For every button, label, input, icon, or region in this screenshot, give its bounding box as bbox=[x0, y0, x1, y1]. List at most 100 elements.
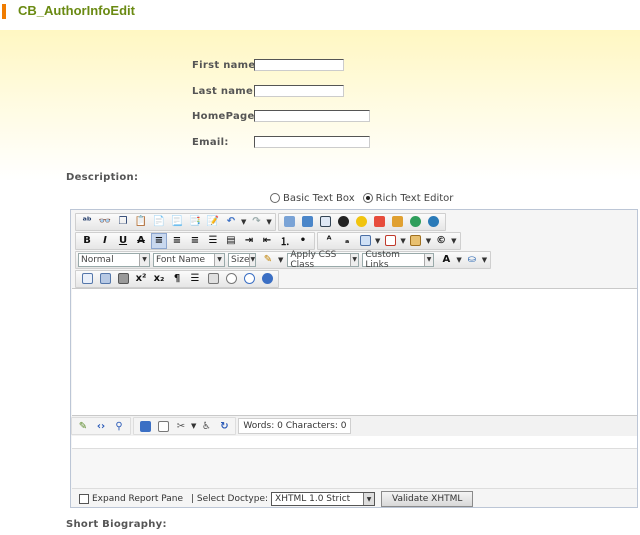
flash-manager-icon[interactable] bbox=[336, 214, 352, 230]
table-dropdown-icon[interactable]: ▼ bbox=[375, 237, 380, 245]
hyperlink-icon[interactable] bbox=[408, 214, 424, 230]
superscript-icon[interactable]: ᴬ bbox=[321, 233, 337, 249]
align-center-icon[interactable]: ≡ bbox=[169, 233, 185, 249]
chevron-down-icon: ▼ bbox=[350, 253, 359, 266]
paste-text-icon[interactable]: 📃 bbox=[169, 214, 185, 230]
css-class-value: Apply CSS Class bbox=[290, 249, 337, 270]
fore-color-dropdown-icon[interactable]: ▼ bbox=[456, 256, 461, 264]
paste-icon[interactable]: 📋 bbox=[133, 214, 149, 230]
chevron-down-icon: ▼ bbox=[214, 253, 224, 266]
toolbar-row-3: Normal ▼ Font Name ▼ Size ▼ ✎ ▼ Apply CSS C… bbox=[75, 249, 493, 270]
insert-element-dropdown-icon[interactable]: ▼ bbox=[400, 237, 405, 245]
first-name-input[interactable] bbox=[254, 59, 344, 71]
email-input[interactable] bbox=[254, 136, 370, 148]
toolbar-group-table: ᴬ ₐ ▼ ▼ ▼ © ▼ bbox=[317, 231, 461, 250]
email-label: Email: bbox=[192, 137, 229, 148]
paste-html-icon[interactable]: 📑 bbox=[187, 214, 203, 230]
expand-report-label[interactable]: Expand Report Pane bbox=[92, 494, 183, 504]
chevron-down-icon: ▼ bbox=[423, 253, 434, 266]
symbols-icon[interactable]: © bbox=[433, 233, 449, 249]
design-mode-icon[interactable]: ✎ bbox=[75, 418, 91, 434]
module-manager-icon[interactable] bbox=[97, 271, 113, 287]
insert-time-icon[interactable] bbox=[223, 271, 239, 287]
underline-icon[interactable]: U bbox=[115, 233, 131, 249]
find-icon[interactable]: 👓 bbox=[97, 214, 113, 230]
align-right-icon[interactable]: ≡ bbox=[187, 233, 203, 249]
homepage-input[interactable] bbox=[254, 110, 370, 122]
new-paragraph-icon[interactable] bbox=[79, 271, 95, 287]
editor-content-area[interactable] bbox=[72, 288, 637, 416]
paste-special-icon[interactable]: 📝 bbox=[205, 214, 221, 230]
symbols-dropdown-icon[interactable]: ▼ bbox=[451, 237, 456, 245]
font-size-select[interactable]: Size ▼ bbox=[228, 252, 256, 267]
basic-text-box-radio[interactable] bbox=[270, 193, 280, 203]
table-icon[interactable] bbox=[357, 233, 373, 249]
fore-color-icon[interactable]: A bbox=[438, 252, 454, 268]
toolbar-row-1: ᵃᵇ 👓 ❐ 📋 📄 📃 📑 📝 ↶ ▼ ↷ ▼ bbox=[75, 212, 448, 231]
font-name-select[interactable]: Font Name ▼ bbox=[153, 252, 225, 267]
format-stripper-icon[interactable]: ✎ bbox=[260, 252, 276, 268]
doctype-select[interactable]: XHTML 1.0 Strict ▼ bbox=[271, 492, 376, 506]
last-name-input[interactable] bbox=[254, 85, 344, 97]
refresh-icon[interactable]: ↻ bbox=[216, 418, 232, 434]
back-color-dropdown-icon[interactable]: ▼ bbox=[482, 256, 487, 264]
outdent-icon[interactable]: ⇤ bbox=[259, 233, 275, 249]
print-icon[interactable] bbox=[115, 271, 131, 287]
numbered-list-icon[interactable]: ⒈ bbox=[277, 233, 293, 249]
tools-icon[interactable]: ✂ bbox=[173, 418, 189, 434]
redo-dropdown-icon[interactable]: ▼ bbox=[266, 218, 271, 226]
redo-icon[interactable]: ↷ bbox=[248, 214, 264, 230]
form-element-icon[interactable] bbox=[408, 233, 424, 249]
form-element-dropdown-icon[interactable]: ▼ bbox=[426, 237, 431, 245]
undo-dropdown-icon[interactable]: ▼ bbox=[241, 218, 246, 226]
statistics-icon[interactable] bbox=[137, 418, 153, 434]
superscript-x-icon[interactable]: x² bbox=[133, 271, 149, 287]
horizontal-rule-icon[interactable]: ☰ bbox=[187, 271, 203, 287]
preview-mode-icon[interactable]: ⚲ bbox=[111, 418, 127, 434]
align-left-icon[interactable]: ≡ bbox=[151, 232, 167, 249]
subscript-icon[interactable]: ₐ bbox=[339, 233, 355, 249]
back-color-icon[interactable]: ⛀ bbox=[464, 252, 480, 268]
doctype-value: XHTML 1.0 Strict bbox=[275, 494, 351, 504]
document-manager-icon[interactable] bbox=[372, 214, 388, 230]
word-count-status: Words: 0 Characters: 0 bbox=[238, 418, 352, 434]
undo-icon[interactable]: ↶ bbox=[223, 214, 239, 230]
rich-text-editor: ᵃᵇ 👓 ❐ 📋 📄 📃 📑 📝 ↶ ▼ ↷ ▼ B I U A ≡ ≡ ≡ ☰… bbox=[70, 209, 638, 508]
absolute-position-icon[interactable] bbox=[318, 214, 334, 230]
rich-text-editor-label[interactable]: Rich Text Editor bbox=[376, 193, 454, 204]
justify-icon[interactable]: ☰ bbox=[205, 233, 221, 249]
paste-word-icon[interactable]: 📄 bbox=[151, 214, 167, 230]
css-class-select[interactable]: Apply CSS Class ▼ bbox=[287, 249, 360, 270]
subscript-x-icon[interactable]: x₂ bbox=[151, 271, 167, 287]
image-map-icon[interactable] bbox=[300, 214, 316, 230]
remove-alignment-icon[interactable]: ▤ bbox=[223, 233, 239, 249]
accessibility-icon[interactable]: ♿ bbox=[198, 418, 214, 434]
indent-icon[interactable]: ⇥ bbox=[241, 233, 257, 249]
italic-icon[interactable]: I bbox=[97, 233, 113, 249]
tools-dropdown-icon[interactable]: ▼ bbox=[191, 422, 196, 430]
basic-text-box-label[interactable]: Basic Text Box bbox=[283, 193, 355, 204]
expand-report-checkbox[interactable] bbox=[79, 494, 89, 504]
editor-mode-selector: Basic Text Box Rich Text Editor bbox=[270, 191, 453, 205]
bulleted-list-icon[interactable]: • bbox=[295, 233, 311, 249]
media-manager-icon[interactable] bbox=[354, 214, 370, 230]
copy-icon[interactable]: ❐ bbox=[115, 214, 131, 230]
template-manager-icon[interactable] bbox=[390, 214, 406, 230]
help-icon[interactable] bbox=[259, 271, 275, 287]
bold-icon[interactable]: B bbox=[79, 233, 95, 249]
rich-text-editor-radio[interactable] bbox=[362, 193, 373, 203]
remove-link-icon[interactable] bbox=[426, 214, 442, 230]
paragraph-icon[interactable]: ¶ bbox=[169, 271, 185, 287]
about-icon[interactable] bbox=[241, 271, 257, 287]
spellcheck-icon[interactable]: ᵃᵇ bbox=[79, 214, 95, 230]
html-mode-icon[interactable]: ‹› bbox=[93, 418, 109, 434]
insert-element-icon[interactable] bbox=[382, 233, 398, 249]
format-stripper-dropdown-icon[interactable]: ▼ bbox=[278, 256, 283, 264]
validate-xhtml-button[interactable]: Validate XHTML bbox=[381, 491, 474, 507]
custom-links-select[interactable]: Custom Links ▼ bbox=[362, 250, 435, 270]
insert-date-icon[interactable] bbox=[205, 271, 221, 287]
image-manager-icon[interactable] bbox=[282, 214, 298, 230]
validate-icon[interactable] bbox=[155, 418, 171, 434]
strikethrough-icon[interactable]: A bbox=[133, 233, 149, 249]
paragraph-style-select[interactable]: Normal ▼ bbox=[78, 252, 150, 267]
